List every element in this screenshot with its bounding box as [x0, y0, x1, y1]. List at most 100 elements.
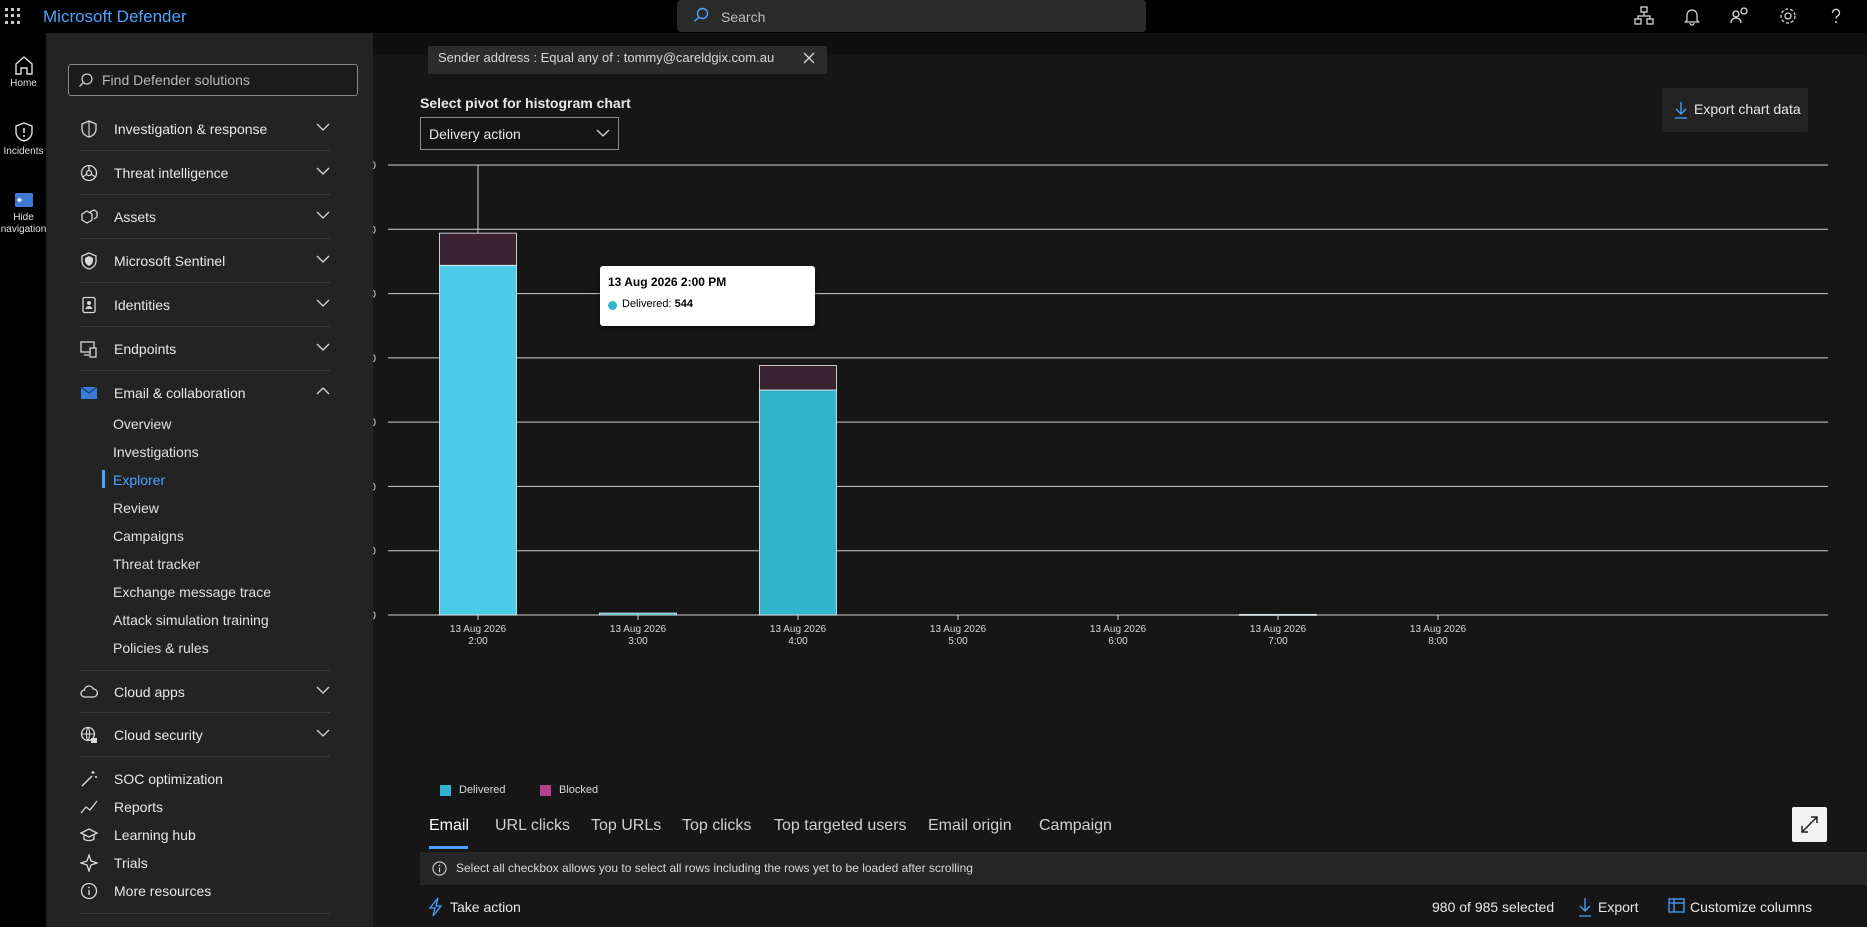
nav-overview[interactable]: Overview	[113, 416, 171, 432]
legend-label-delivered: Delivered	[459, 784, 506, 796]
pivot-dropdown[interactable]: Delivery action	[420, 117, 619, 150]
y-tick-label: 100	[373, 546, 376, 558]
filter-pill[interactable]: Sender address : Equal any of : tommy@ca…	[428, 46, 827, 74]
take-action-label: Take action	[450, 899, 521, 915]
nav-campaigns[interactable]: Campaigns	[113, 528, 184, 544]
nav-label: Endpoints	[114, 341, 177, 357]
shield-icon	[81, 120, 97, 138]
nav-email-collaboration[interactable]: Email & collaboration	[80, 372, 330, 415]
export-label: Export	[1598, 899, 1639, 915]
tab-campaign[interactable]: Campaign	[1039, 817, 1112, 835]
nav-label: Cloud security	[114, 727, 203, 743]
nav-cloud-apps[interactable]: Cloud apps	[80, 670, 330, 713]
legend-label-blocked: Blocked	[559, 784, 599, 796]
customize-columns-button[interactable]: Customize columns	[1668, 897, 1812, 919]
nav-trials[interactable]: Trials	[80, 850, 330, 878]
chevron-down-icon	[316, 686, 330, 694]
y-tick-label: 500	[373, 289, 376, 301]
cubes-icon	[81, 209, 98, 224]
chevron-down-icon	[596, 129, 610, 137]
graduation-cap-icon	[80, 828, 98, 842]
search-input[interactable]	[721, 7, 1121, 26]
x-tick-label-time: 7:00	[1268, 636, 1288, 647]
nav-label: More resources	[114, 883, 212, 899]
active-tab-underline	[429, 846, 468, 849]
bell-icon[interactable]	[1682, 6, 1702, 26]
tab-top-clicks[interactable]: Top clicks	[682, 817, 751, 835]
id-badge-icon	[82, 296, 96, 314]
nav-reports[interactable]: Reports	[80, 794, 330, 822]
org-chart-icon[interactable]	[1634, 6, 1654, 26]
gear-icon[interactable]	[1778, 6, 1798, 26]
chevron-down-icon	[316, 299, 330, 307]
bar-delivered	[759, 389, 837, 616]
tab-url-clicks[interactable]: URL clicks	[495, 817, 570, 835]
tab-email[interactable]: Email	[429, 817, 469, 835]
tab-top-targeted-users[interactable]: Top targeted users	[774, 817, 907, 835]
x-tick-label-date: 13 Aug 2026	[770, 624, 827, 635]
nav-label: Trials	[114, 855, 148, 871]
app-launcher-icon[interactable]	[4, 7, 22, 25]
chevron-down-icon	[316, 343, 330, 351]
chevron-down-icon	[316, 123, 330, 131]
chart-line-icon	[80, 800, 98, 814]
nav-investigation-response[interactable]: Investigation & response	[80, 108, 330, 151]
community-icon[interactable]	[1730, 6, 1750, 26]
nav-review[interactable]: Review	[113, 500, 159, 516]
nav-soc-optimization[interactable]: SOC optimization	[80, 766, 330, 794]
take-action-button[interactable]: Take action	[428, 897, 521, 922]
find-solutions-input[interactable]	[102, 72, 342, 88]
find-solutions-box[interactable]	[68, 64, 358, 96]
x-tick-label-date: 13 Aug 2026	[450, 624, 507, 635]
nav-microsoft-sentinel[interactable]: Microsoft Sentinel	[80, 240, 330, 283]
nav-assets[interactable]: Assets	[80, 196, 330, 239]
nav-cloud-security[interactable]: Cloud security	[80, 714, 330, 757]
global-search[interactable]	[677, 0, 1146, 32]
x-tick-label-time: 6:00	[1108, 636, 1128, 647]
app-title[interactable]: Microsoft Defender	[43, 7, 187, 27]
y-tick-label: 300	[373, 417, 376, 429]
help-icon[interactable]	[1826, 6, 1846, 26]
bar-delivered	[599, 612, 677, 616]
chevron-down-icon	[316, 729, 330, 737]
close-icon[interactable]	[803, 52, 815, 64]
nav-identities[interactable]: Identities	[80, 284, 330, 327]
top-bar: Microsoft Defender	[0, 0, 1867, 33]
nav-more-resources[interactable]: More resources	[80, 878, 330, 906]
export-button[interactable]: Export	[1578, 897, 1638, 922]
x-tick-label-time: 8:00	[1428, 636, 1448, 647]
x-tick-label-date: 13 Aug 2026	[1250, 624, 1307, 635]
tooltip-value: 544	[674, 298, 693, 310]
nav-learning-hub[interactable]: Learning hub	[80, 822, 330, 850]
rail-incidents[interactable]: Incidents	[0, 121, 47, 158]
nav-attack-simulation-training[interactable]: Attack simulation training	[113, 612, 269, 628]
expand-button[interactable]	[1792, 807, 1827, 842]
left-rail: Home Incidents Hide navigation	[0, 33, 47, 927]
chevron-up-icon	[316, 387, 330, 395]
nav-threat-intelligence[interactable]: Threat intelligence	[80, 152, 330, 195]
nav-label: Email & collaboration	[114, 385, 246, 401]
action-bar: Take action 980 of 985 selected Export C…	[420, 893, 1867, 923]
rail-home[interactable]: Home	[0, 55, 47, 90]
customize-columns-label: Customize columns	[1690, 899, 1813, 915]
info-icon	[432, 861, 447, 876]
nav-exchange-message-trace[interactable]: Exchange message trace	[113, 584, 271, 600]
nav-threat-tracker[interactable]: Threat tracker	[113, 556, 200, 572]
nav-endpoints[interactable]: Endpoints	[80, 328, 330, 371]
nav-policies-rules[interactable]: Policies & rules	[113, 640, 209, 656]
rail-hide-navigation[interactable]: Hide navigation	[0, 191, 47, 236]
info-message: Select all checkbox allows you to select…	[456, 861, 973, 875]
rail-hide-navigation-label: Hide navigation	[0, 212, 47, 235]
hide-navigation-icon	[14, 193, 33, 207]
tab-top-urls[interactable]: Top URLs	[591, 817, 661, 835]
chevron-down-icon	[316, 167, 330, 175]
chevron-down-icon	[316, 255, 330, 263]
legend-swatch-blocked	[540, 785, 551, 796]
search-icon	[694, 7, 709, 22]
y-tick-label: 600	[373, 224, 376, 236]
nav-investigations[interactable]: Investigations	[113, 444, 199, 460]
bar-delivered	[439, 264, 517, 616]
export-chart-data-button[interactable]: Export chart data	[1662, 88, 1808, 132]
nav-explorer[interactable]: Explorer	[113, 472, 165, 488]
tab-email-origin[interactable]: Email origin	[928, 817, 1012, 835]
